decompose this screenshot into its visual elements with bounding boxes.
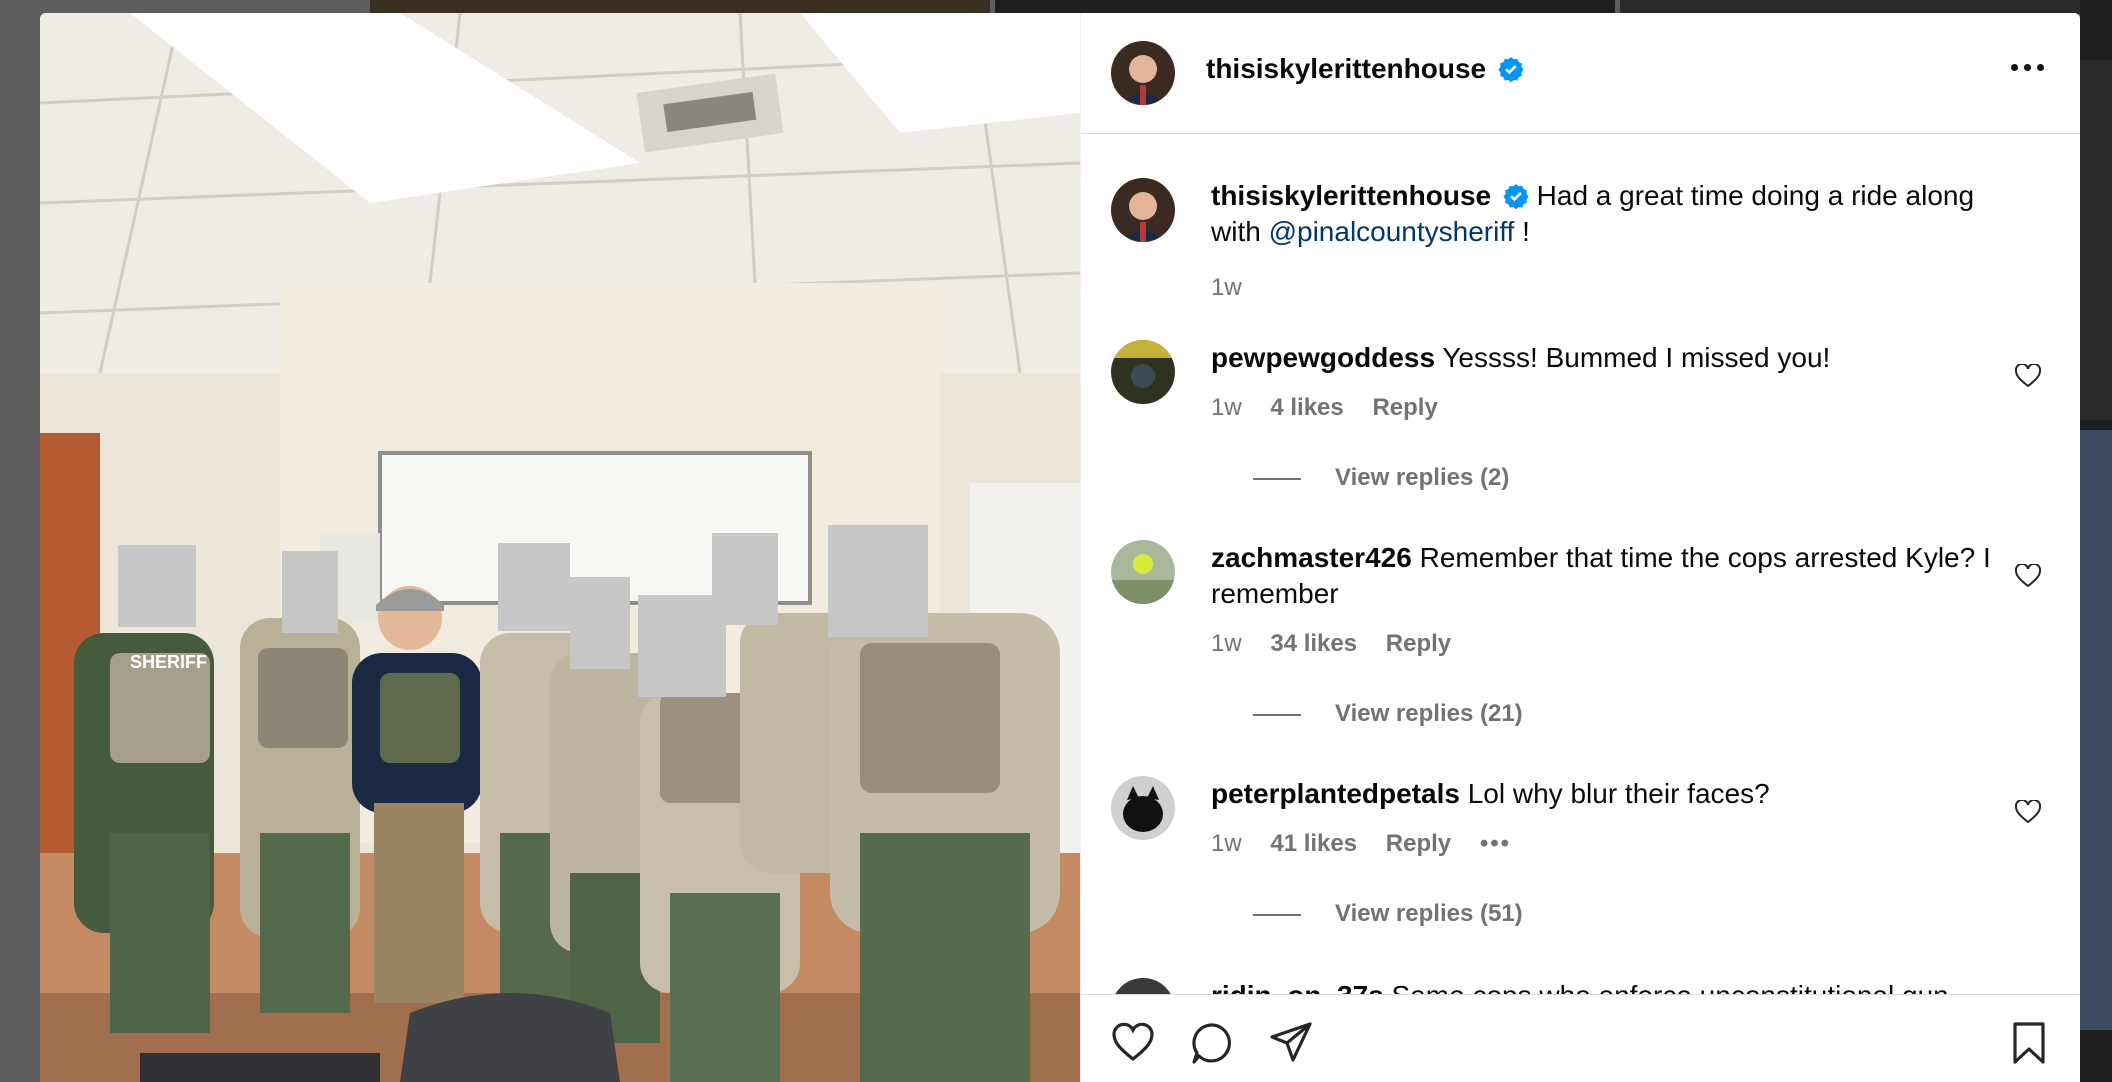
reply-button[interactable]: Reply	[1372, 394, 1437, 421]
post-details-pane: thisiskylerittenhouse thisiskylerittenho…	[1080, 13, 2080, 1082]
comment-row: pewpewgoddess Yessss! Bummed I missed yo…	[1111, 340, 2051, 492]
caption: thisiskylerittenhouse Had a great time d…	[1111, 178, 2051, 318]
background-strip-2	[995, 0, 1615, 14]
like-count[interactable]: 41 likes	[1270, 830, 1357, 857]
caption-username[interactable]: thisiskylerittenhouse	[1211, 180, 1491, 211]
heart-icon[interactable]	[2014, 562, 2042, 588]
comment-meta: 1w 34 likes Reply	[1211, 630, 1452, 657]
comment-text: ridin_on_37s Same cops who enforce uncon…	[1211, 978, 1991, 995]
comment-row: ridin_on_37s Same cops who enforce uncon…	[1111, 978, 2051, 995]
view-replies-button[interactable]: View replies (2)	[1253, 464, 1509, 492]
action-bar	[1081, 994, 2080, 1082]
background-strip-3	[1620, 0, 2080, 14]
background-strip-1	[370, 0, 990, 14]
comment-username[interactable]: peterplantedpetals	[1211, 778, 1460, 809]
commenter-avatar[interactable]	[1111, 776, 1175, 840]
comment-row: zachmaster426 Remember that time the cop…	[1111, 540, 2051, 727]
verified-icon	[1503, 184, 1529, 209]
caption-text: thisiskylerittenhouse Had a great time d…	[1211, 180, 1975, 247]
reply-button[interactable]: Reply	[1386, 830, 1451, 857]
heart-icon[interactable]	[2014, 798, 2042, 824]
comment-username[interactable]: zachmaster426	[1211, 542, 1412, 573]
view-replies-button[interactable]: View replies (21)	[1253, 700, 1523, 728]
comment-text: peterplantedpetals Lol why blur their fa…	[1211, 778, 1770, 809]
officer-7	[830, 613, 1060, 1082]
svg-text:SHERIFF: SHERIFF	[130, 652, 207, 672]
comment-row: peterplantedpetals Lol why blur their fa…	[1111, 776, 2051, 928]
commenter-avatar[interactable]	[1111, 540, 1175, 604]
author-username[interactable]: thisiskylerittenhouse	[1206, 53, 1524, 85]
heart-icon[interactable]	[1111, 1021, 1155, 1065]
commenter-avatar[interactable]	[1111, 340, 1175, 404]
comment-text: zachmaster426 Remember that time the cop…	[1211, 542, 1991, 609]
comment-meta: 1w 41 likes Reply •••	[1211, 830, 1512, 857]
comment-more-icon[interactable]: •••	[1480, 830, 1511, 857]
comment-text: pewpewgoddess Yessss! Bummed I missed yo…	[1211, 342, 1831, 373]
reply-button[interactable]: Reply	[1386, 630, 1451, 657]
verified-icon	[1498, 57, 1524, 82]
like-count[interactable]: 34 likes	[1270, 630, 1357, 657]
author-avatar[interactable]	[1111, 41, 1175, 105]
comment-meta: 1w 4 likes Reply	[1211, 394, 1438, 421]
caption-mention[interactable]: @pinalcountysheriff	[1269, 216, 1515, 247]
author-avatar-small[interactable]	[1111, 178, 1175, 242]
comment-icon[interactable]	[1191, 1021, 1235, 1065]
comments-list: thisiskylerittenhouse Had a great time d…	[1081, 135, 2080, 995]
view-replies-button[interactable]: View replies (51)	[1253, 900, 1523, 928]
commenter-avatar[interactable]	[1111, 978, 1175, 995]
like-count[interactable]: 4 likes	[1270, 394, 1343, 421]
background-right-column	[2080, 0, 2112, 1082]
comment-username[interactable]: pewpewgoddess	[1211, 342, 1435, 373]
heart-icon[interactable]	[2014, 362, 2042, 388]
more-icon[interactable]	[2011, 63, 2045, 73]
post-header: thisiskylerittenhouse	[1081, 13, 2080, 134]
post-photo: SHERIFF	[40, 13, 1080, 1082]
bookmark-icon[interactable]	[2007, 1021, 2051, 1065]
post-modal: SHERIFF thisiskylerittenhouse thisiskyle…	[40, 13, 2080, 1082]
caption-meta: 1w	[1211, 274, 1242, 301]
comment-username[interactable]: ridin_on_37s	[1211, 980, 1384, 995]
share-icon[interactable]	[1269, 1021, 1313, 1065]
